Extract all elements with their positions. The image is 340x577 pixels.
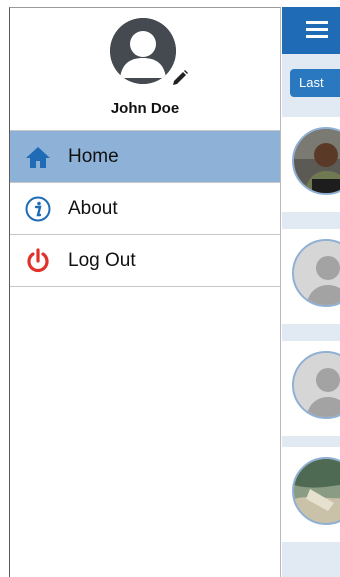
profile-header: John Doe [10,8,280,130]
contact-photo [292,127,340,195]
menu-item-label: Home [68,145,119,167]
contact-avatar-placeholder [292,351,340,419]
menu-item-logout[interactable]: Log Out [10,235,280,287]
drawer-menu: Home About Log Out [10,130,280,287]
pencil-edit-icon[interactable] [170,68,190,88]
list-item[interactable] [282,117,340,212]
power-icon [24,247,52,275]
list-item[interactable] [282,229,340,324]
user-name: John Doe [110,100,180,117]
menu-item-about[interactable]: About [10,183,280,235]
menu-item-label: About [68,197,118,219]
menu-item-home[interactable]: Home [10,131,280,183]
menu-item-label: Log Out [68,249,136,271]
info-icon [24,195,52,223]
contact-avatar-placeholder [292,239,340,307]
navigation-drawer: John Doe Home About Log Out [9,7,281,577]
last-filter-button[interactable]: Last [290,69,340,97]
list-item[interactable] [282,341,340,436]
top-navigation-bar [282,7,340,54]
user-avatar[interactable] [110,18,176,84]
main-content-pane: Last [282,7,340,577]
hamburger-menu-icon[interactable] [306,19,328,39]
list-item[interactable] [282,447,340,542]
home-icon [24,143,52,171]
contact-photo [292,457,340,525]
